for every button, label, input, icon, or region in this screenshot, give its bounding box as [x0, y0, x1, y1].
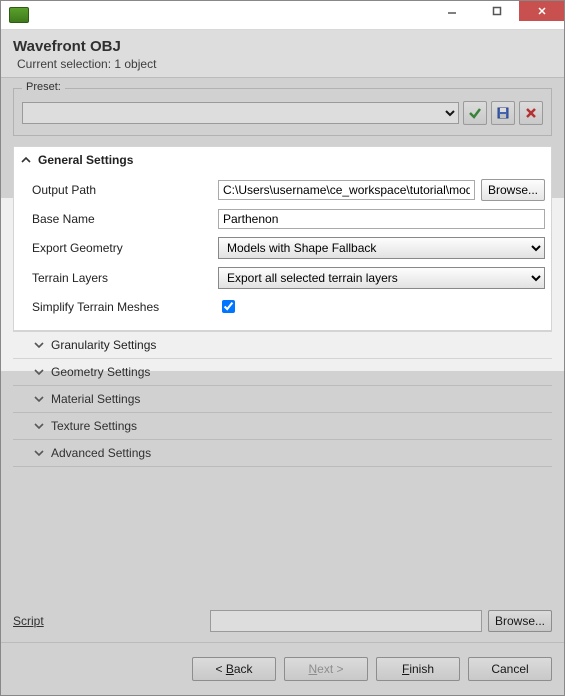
next-button: Next > [284, 657, 368, 681]
window-controls [429, 1, 564, 29]
app-icon [9, 7, 29, 23]
simplify-terrain-label: Simplify Terrain Meshes [32, 300, 212, 314]
chevron-down-icon [33, 339, 45, 351]
base-name-input[interactable] [218, 209, 545, 229]
collapsed-section[interactable]: Geometry Settings [13, 359, 552, 386]
general-settings-header[interactable]: General Settings [14, 147, 551, 173]
preset-group: Preset: [13, 88, 552, 136]
dialog-footer: < Back Next > Finish Cancel [1, 642, 564, 695]
chevron-down-icon [33, 366, 45, 378]
output-path-browse-button[interactable]: Browse... [481, 179, 545, 201]
collapsed-sections: Granularity Settings Geometry Settings Mat… [13, 331, 552, 467]
settings-area: General Settings Output Path Browse... B… [13, 146, 552, 592]
section-title: Granularity Settings [51, 338, 156, 352]
dialog-title: Wavefront OBJ [13, 38, 552, 55]
preset-select[interactable] [22, 102, 459, 124]
script-browse-button[interactable]: Browse... [488, 610, 552, 632]
export-geometry-select[interactable]: Models with Shape Fallback [218, 237, 545, 259]
close-button[interactable] [519, 1, 564, 21]
titlebar [1, 1, 564, 30]
base-name-label: Base Name [32, 212, 212, 226]
back-button[interactable]: < Back [192, 657, 276, 681]
maximize-button[interactable] [474, 1, 519, 21]
chevron-down-icon [33, 393, 45, 405]
terrain-layers-label: Terrain Layers [32, 271, 212, 285]
collapsed-section[interactable]: Granularity Settings [13, 331, 552, 359]
section-title: Texture Settings [51, 419, 137, 433]
output-path-label: Output Path [32, 183, 212, 197]
section-title: Advanced Settings [51, 446, 151, 460]
dialog-window: Wavefront OBJ Current selection: 1 objec… [0, 0, 565, 696]
simplify-terrain-checkbox[interactable] [222, 300, 235, 313]
minimize-button[interactable] [429, 1, 474, 21]
dialog-subtitle: Current selection: 1 object [17, 57, 552, 71]
preset-save-button[interactable] [491, 101, 515, 125]
finish-button[interactable]: Finish [376, 657, 460, 681]
terrain-layers-select[interactable]: Export all selected terrain layers [218, 267, 545, 289]
preset-apply-button[interactable] [463, 101, 487, 125]
chevron-down-icon [33, 420, 45, 432]
preset-label: Preset: [22, 81, 65, 93]
collapsed-section[interactable]: Texture Settings [13, 413, 552, 440]
preset-delete-button[interactable] [519, 101, 543, 125]
section-title: Geometry Settings [51, 365, 150, 379]
section-title: Material Settings [51, 392, 140, 406]
dialog-header: Wavefront OBJ Current selection: 1 objec… [1, 30, 564, 78]
delete-x-icon [524, 106, 538, 120]
export-geometry-label: Export Geometry [32, 241, 212, 255]
cancel-button[interactable]: Cancel [468, 657, 552, 681]
general-settings-section: General Settings Output Path Browse... B… [13, 146, 552, 331]
chevron-down-icon [33, 447, 45, 459]
script-link[interactable]: Script [13, 614, 44, 628]
floppy-disk-icon [496, 106, 510, 120]
script-input[interactable] [210, 610, 482, 632]
check-icon [468, 106, 482, 120]
script-row: Script Browse... [13, 610, 552, 632]
output-path-input[interactable] [218, 180, 475, 200]
chevron-up-icon [20, 154, 32, 166]
general-settings-title: General Settings [38, 153, 133, 167]
collapsed-section[interactable]: Advanced Settings [13, 440, 552, 467]
collapsed-section[interactable]: Material Settings [13, 386, 552, 413]
